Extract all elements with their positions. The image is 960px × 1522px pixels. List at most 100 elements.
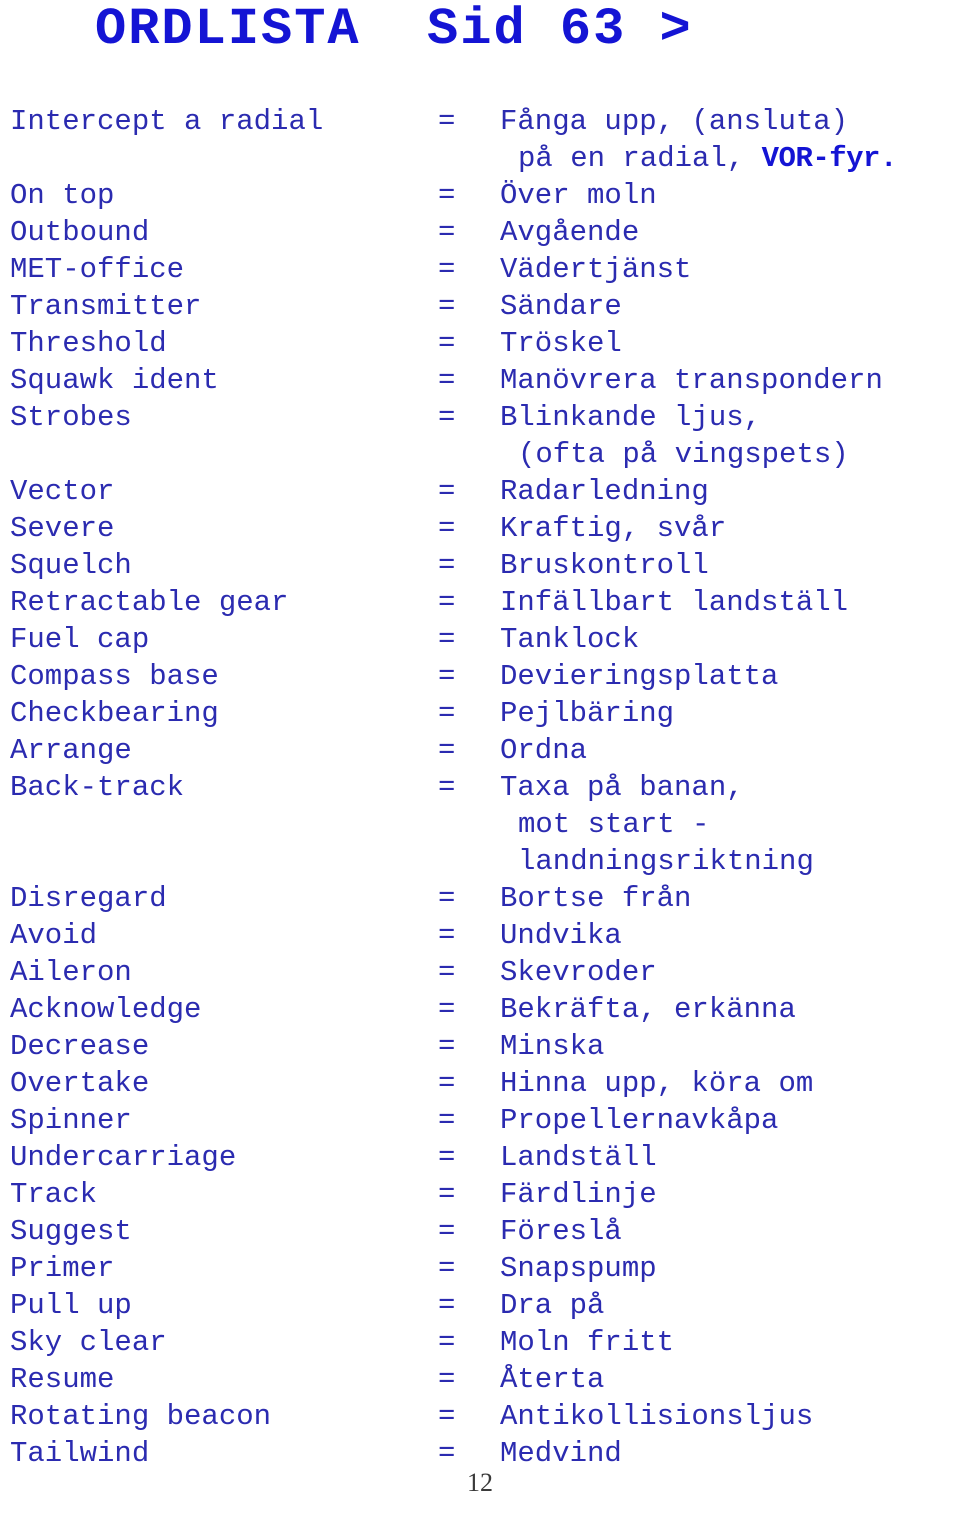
glossary-term: Avoid [10,919,98,952]
page-number: 12 [467,1468,493,1497]
glossary-term: Suggest [10,1215,132,1248]
glossary-definition: Vädertjänst [500,253,692,286]
equals-separator: = [438,475,456,508]
glossary-term: Intercept a radial [10,105,324,138]
equals-separator: = [438,1400,456,1433]
glossary-row: Tailwind = Medvind [10,1435,955,1472]
glossary-definition: Fånga upp, (ansluta) [500,105,849,138]
glossary-row: Threshold = Tröskel [10,325,955,362]
equals-separator: = [438,549,456,582]
page-title: ORDLISTA Sid 63 > [95,0,693,59]
glossary-definition: Antikollisionsljus [500,1400,814,1433]
glossary-definition: Avgående [500,216,640,249]
glossary-term: Threshold [10,327,167,360]
glossary-term: Vector [10,475,115,508]
glossary-row: Fuel cap = Tanklock [10,621,955,658]
glossary-definition: Propellernavkåpa [500,1104,779,1137]
glossary-definition: Moln fritt [500,1326,675,1359]
glossary-row: Sky clear = Moln fritt [10,1324,955,1361]
glossary-term: MET-office [10,253,185,286]
glossary-definition: Infällbart landställ [500,586,849,619]
glossary-term: Outbound [10,216,150,249]
glossary-term: Sky clear [10,1326,167,1359]
glossary-definition: Bruskontroll [500,549,709,582]
equals-separator: = [438,364,456,397]
glossary-definition: Hinna upp, köra om [500,1067,814,1100]
glossary-definition: Dra på [500,1289,605,1322]
glossary-term: Disregard [10,882,167,915]
glossary-term: Squelch [10,549,132,582]
equals-separator: = [438,290,456,323]
glossary-row: Avoid = Undvika [10,917,955,954]
glossary-row: Squelch = Bruskontroll [10,547,955,584]
glossary-definition: Medvind [500,1437,622,1470]
equals-separator: = [438,586,456,619]
equals-separator: = [438,1067,456,1100]
glossary-row: Transmitter = Sändare [10,288,955,325]
glossary-term: Retractable gear [10,586,289,619]
glossary-term: Pull up [10,1289,132,1322]
glossary-definition-continuation: landningsriktning [518,843,814,880]
glossary-term: Aileron [10,956,132,989]
glossary-row: Vector = Radarledning [10,473,955,510]
equals-separator: = [438,1252,456,1285]
equals-separator: = [438,771,456,804]
glossary-term: Severe [10,512,115,545]
emphasis-text: VOR-fyr. [761,142,898,175]
glossary-definition: Ordna [500,734,588,767]
glossary-row: Aileron = Skevroder [10,954,955,991]
glossary-row: Overtake = Hinna upp, köra om [10,1065,955,1102]
glossary-term: Fuel cap [10,623,150,656]
equals-separator: = [438,401,456,434]
glossary-row: Resume = Återta [10,1361,955,1398]
glossary-definition: Föreslå [500,1215,622,1248]
glossary-row: Undercarriage = Landställ [10,1139,955,1176]
glossary-definition: Minska [500,1030,605,1063]
glossary-definition: Tanklock [500,623,640,656]
equals-separator: = [438,216,456,249]
glossary-term: Decrease [10,1030,150,1063]
glossary-row: Outbound = Avgående [10,214,955,251]
equals-separator: = [438,660,456,693]
glossary-term: Rotating beacon [10,1400,272,1433]
equals-separator: = [438,993,456,1026]
glossary-term: Acknowledge [10,993,202,1026]
equals-separator: = [438,697,456,730]
glossary-definition: Taxa på banan, [500,771,744,804]
glossary-row: Decrease = Minska [10,1028,955,1065]
equals-separator: = [438,1215,456,1248]
equals-separator: = [438,1437,456,1470]
glossary-row: Acknowledge = Bekräfta, erkänna [10,991,955,1028]
glossary-definition: Bortse från [500,882,692,915]
equals-separator: = [438,179,456,212]
continuation-text: på en radial, [518,142,762,175]
glossary-definition: Radarledning [500,475,709,508]
glossary-term: Tailwind [10,1437,150,1470]
glossary-term: Transmitter [10,290,202,323]
glossary-term: Strobes [10,401,132,434]
glossary-row: mot start - [10,806,955,843]
glossary-row: (ofta på vingspets) [10,436,955,473]
equals-separator: = [438,1289,456,1322]
equals-separator: = [438,1326,456,1359]
glossary-row: Rotating beacon = Antikollisionsljus [10,1398,955,1435]
glossary-row: Severe = Kraftig, svår [10,510,955,547]
glossary-list: Intercept a radial = Fånga upp, (ansluta) p… [10,103,955,1472]
glossary-row: Back-track = Taxa på banan, [10,769,955,806]
equals-separator: = [438,1178,456,1211]
glossary-row: på en radial, VOR-fyr. [10,140,955,177]
glossary-term: Overtake [10,1067,150,1100]
glossary-term: On top [10,179,115,212]
glossary-definition: Återta [500,1363,605,1396]
glossary-row: MET-office = Vädertjänst [10,251,955,288]
glossary-term: Back-track [10,771,185,804]
glossary-row: Spinner = Propellernavkåpa [10,1102,955,1139]
glossary-term: Resume [10,1363,115,1396]
glossary-row: Disregard = Bortse från [10,880,955,917]
glossary-definition: Över moln [500,179,657,212]
glossary-definition: Devieringsplatta [500,660,779,693]
glossary-definition: Undvika [500,919,622,952]
glossary-definition: Bekräfta, erkänna [500,993,796,1026]
equals-separator: = [438,1030,456,1063]
equals-separator: = [438,1363,456,1396]
